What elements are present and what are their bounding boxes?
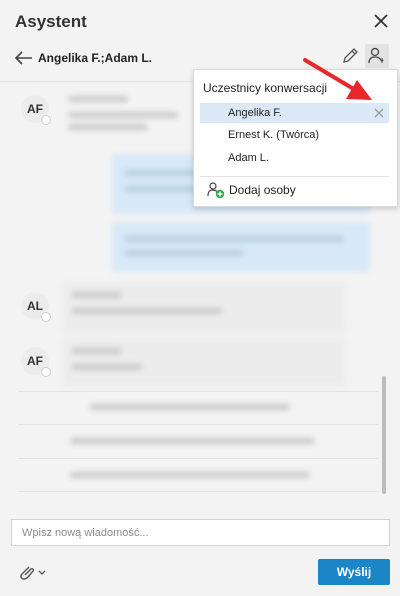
divider <box>18 391 378 392</box>
conversation-title: Angelika F.;Adam L. <box>38 51 153 65</box>
divider <box>18 424 378 425</box>
panel-title: Asystent <box>15 12 87 31</box>
blurred-message <box>112 222 370 272</box>
participants-button[interactable] <box>365 44 389 68</box>
participant-name: Adam L. <box>228 152 269 164</box>
avatar-initials: AF <box>27 354 43 368</box>
participant-name: Ernest K. (Twórca) <box>228 129 320 141</box>
paperclip-icon[interactable] <box>16 562 48 582</box>
participants-dropdown: Uczestnicy konwersacji Angelika F. Ernes… <box>193 69 398 207</box>
avatar: AF <box>21 95 51 125</box>
participant-item[interactable]: Adam L. <box>200 148 389 168</box>
chevron-down-icon <box>38 570 46 575</box>
divider <box>18 491 378 492</box>
participant-item[interactable]: Angelika F. <box>200 103 389 123</box>
scrollbar-thumb[interactable] <box>382 376 386 494</box>
close-icon[interactable] <box>370 10 392 32</box>
message-input[interactable] <box>12 520 389 545</box>
dropdown-title: Uczestnicy konwersacji <box>203 81 328 95</box>
avatar-initials: AL <box>27 299 43 313</box>
blurred-message <box>62 338 347 386</box>
add-people-button[interactable]: Dodaj osoby <box>206 180 386 200</box>
avatar-initials: AF <box>27 102 43 116</box>
avatar: AL <box>21 292 51 322</box>
add-people-label: Dodaj osoby <box>229 183 296 197</box>
send-button[interactable]: Wyślij <box>318 559 390 585</box>
avatar: AF <box>21 347 51 377</box>
participant-item[interactable]: Ernest K. (Twórca) <box>200 125 389 145</box>
panel-header: Asystent <box>0 0 400 40</box>
participant-name: Angelika F. <box>228 107 282 119</box>
blurred-row <box>70 468 330 482</box>
remove-icon[interactable] <box>373 107 385 119</box>
blurred-message <box>68 94 198 134</box>
people-icon <box>368 47 384 64</box>
message-input-field[interactable] <box>11 519 390 546</box>
blurred-message <box>62 282 347 332</box>
blurred-row <box>70 434 330 448</box>
divider <box>18 458 378 459</box>
back-arrow-icon[interactable] <box>13 48 35 68</box>
dropdown-divider <box>200 176 389 177</box>
pencil-icon[interactable] <box>340 46 360 66</box>
blurred-row <box>90 400 310 414</box>
add-person-icon <box>207 182 225 199</box>
